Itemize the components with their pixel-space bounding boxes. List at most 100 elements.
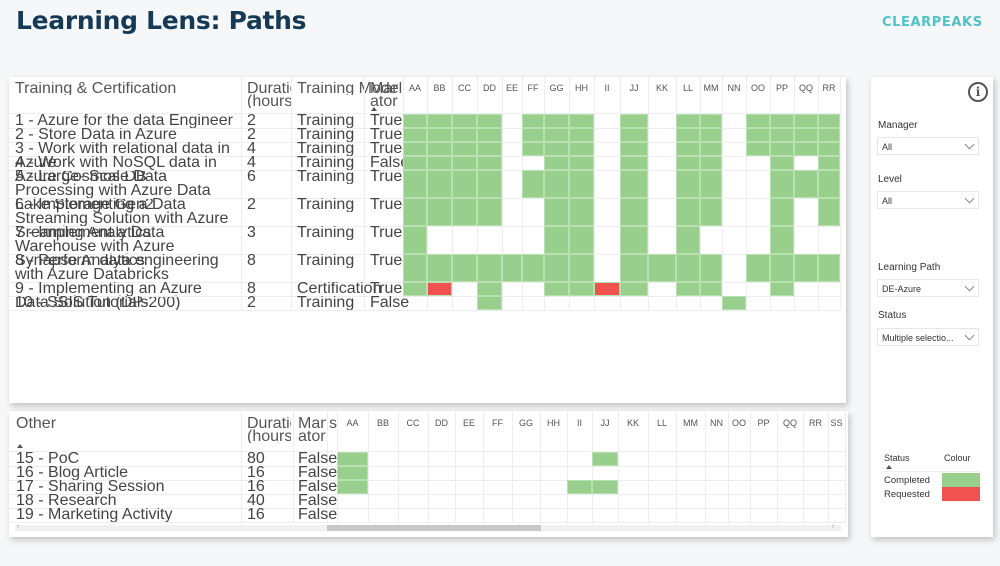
status-cell-completed[interactable]: [794, 254, 818, 282]
status-cell-completed[interactable]: [676, 142, 700, 156]
status-cell-completed[interactable]: [700, 198, 722, 226]
status-cell-completed[interactable]: [544, 114, 569, 128]
column-header-person[interactable]: RR: [803, 417, 828, 430]
training-name[interactable]: 2 - Store Data in Azure: [15, 128, 239, 142]
column-header-person[interactable]: AA: [337, 417, 368, 430]
status-cell-completed[interactable]: [569, 170, 594, 198]
status-cell-completed[interactable]: [770, 142, 794, 156]
status-cell-completed[interactable]: [620, 226, 648, 254]
column-header-person[interactable]: HH: [569, 82, 594, 95]
status-cell-requested[interactable]: [594, 282, 620, 296]
status-cell-completed[interactable]: [427, 128, 452, 142]
status-cell-completed[interactable]: [403, 156, 427, 170]
status-cell-completed[interactable]: [522, 142, 544, 156]
status-cell-completed[interactable]: [794, 170, 818, 198]
scroll-right-arrow[interactable]: ›: [832, 523, 834, 530]
status-cell-completed[interactable]: [746, 254, 770, 282]
status-cell-completed[interactable]: [452, 128, 477, 142]
training-name[interactable]: 8 - Perform data engineering with Azure …: [15, 254, 239, 282]
status-cell-completed[interactable]: [770, 170, 794, 198]
status-cell-completed[interactable]: [544, 198, 569, 226]
status-cell-completed[interactable]: [700, 282, 722, 296]
status-cell-completed[interactable]: [770, 114, 794, 128]
column-header-other[interactable]: Other: [16, 417, 56, 430]
column-header-person[interactable]: KK: [618, 417, 648, 430]
status-cell-completed[interactable]: [427, 170, 452, 198]
status-cell-completed[interactable]: [452, 114, 477, 128]
status-cell-completed[interactable]: [746, 114, 770, 128]
status-cell-completed[interactable]: [794, 128, 818, 142]
training-name[interactable]: 1 - Azure for the data Engineer: [15, 114, 239, 128]
column-header-person[interactable]: JJ: [620, 82, 648, 95]
column-header-person[interactable]: OO: [746, 82, 770, 95]
status-cell-completed[interactable]: [770, 128, 794, 142]
status-cell-completed[interactable]: [337, 466, 368, 480]
column-header-person[interactable]: NN: [722, 82, 746, 95]
status-cell-completed[interactable]: [770, 156, 794, 170]
activity-name[interactable]: 17 - Sharing Session: [16, 480, 165, 494]
training-name[interactable]: 10 - SSIS Tutorials: [15, 296, 239, 310]
status-cell-completed[interactable]: [544, 156, 569, 170]
status-cell-completed[interactable]: [818, 198, 840, 226]
column-header-person[interactable]: PP: [750, 417, 777, 430]
column-header-person[interactable]: DD: [477, 82, 502, 95]
status-cell-completed[interactable]: [592, 452, 618, 466]
status-cell-completed[interactable]: [477, 156, 502, 170]
status-cell-completed[interactable]: [567, 480, 592, 494]
status-cell-completed[interactable]: [427, 254, 452, 282]
status-cell-completed[interactable]: [544, 282, 569, 296]
column-header-person[interactable]: II: [567, 417, 592, 430]
status-dropdown[interactable]: Multiple selectio...: [877, 328, 979, 346]
column-header-duration[interactable]: Duration (hours): [247, 82, 291, 108]
status-cell-completed[interactable]: [569, 156, 594, 170]
status-cell-completed[interactable]: [427, 142, 452, 156]
column-header-person[interactable]: QQ: [794, 82, 818, 95]
status-cell-completed[interactable]: [403, 114, 427, 128]
status-cell-completed[interactable]: [452, 170, 477, 198]
column-header-person[interactable]: CC: [452, 82, 477, 95]
column-header-person[interactable]: AA: [403, 82, 427, 95]
status-cell-completed[interactable]: [544, 128, 569, 142]
status-cell-completed[interactable]: [770, 198, 794, 226]
level-dropdown[interactable]: All: [877, 191, 979, 209]
column-header-person[interactable]: QQ: [777, 417, 803, 430]
status-cell-completed[interactable]: [477, 254, 502, 282]
status-cell-completed[interactable]: [620, 128, 648, 142]
status-cell-completed[interactable]: [676, 114, 700, 128]
column-header-mandatory[interactable]: Mand atory: [370, 82, 398, 108]
status-cell-completed[interactable]: [403, 198, 427, 226]
column-header-person[interactable]: BB: [368, 417, 398, 430]
legend-status-header[interactable]: Status: [884, 453, 910, 463]
column-header-mandatory[interactable]: Mand atory: [298, 417, 326, 443]
status-cell-completed[interactable]: [544, 170, 569, 198]
column-header-person[interactable]: BB: [427, 82, 452, 95]
scroll-left-arrow[interactable]: ‹: [17, 523, 19, 530]
status-cell-completed[interactable]: [452, 142, 477, 156]
status-cell-completed[interactable]: [427, 156, 452, 170]
column-header-truncated[interactable]: s: [329, 417, 337, 430]
status-cell-completed[interactable]: [676, 226, 700, 254]
column-header-person[interactable]: KK: [648, 82, 676, 95]
column-header-person[interactable]: LL: [676, 82, 700, 95]
column-header-person[interactable]: FF: [483, 417, 512, 430]
status-cell-completed[interactable]: [818, 156, 840, 170]
status-cell-completed[interactable]: [522, 128, 544, 142]
column-header-person[interactable]: II: [594, 82, 620, 95]
status-cell-completed[interactable]: [620, 142, 648, 156]
status-cell-completed[interactable]: [794, 114, 818, 128]
column-header-person[interactable]: LL: [648, 417, 676, 430]
column-header-person[interactable]: EE: [455, 417, 483, 430]
status-cell-completed[interactable]: [676, 170, 700, 198]
status-cell-completed[interactable]: [676, 198, 700, 226]
status-cell-completed[interactable]: [770, 254, 794, 282]
column-header-person[interactable]: JJ: [592, 417, 618, 430]
column-header-person[interactable]: MM: [700, 82, 722, 95]
status-cell-completed[interactable]: [477, 114, 502, 128]
column-header-person[interactable]: FF: [522, 82, 544, 95]
column-header-person[interactable]: EE: [502, 82, 522, 95]
status-cell-completed[interactable]: [700, 128, 722, 142]
column-header-training[interactable]: Training & Certification: [15, 82, 176, 95]
status-cell-completed[interactable]: [522, 170, 544, 198]
status-cell-completed[interactable]: [700, 114, 722, 128]
status-cell-completed[interactable]: [818, 254, 840, 282]
